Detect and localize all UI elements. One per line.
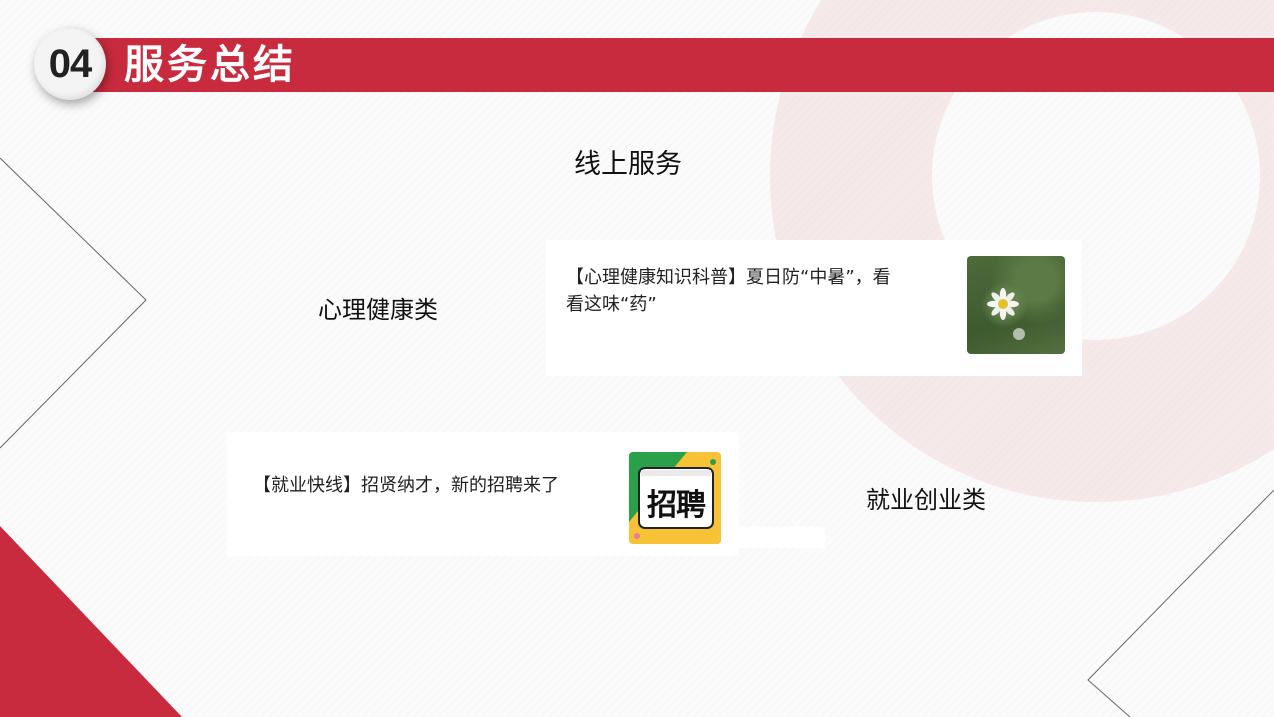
page-title: 服务总结 — [124, 42, 296, 88]
card-overlay-strip — [739, 526, 825, 548]
recruitment-thumbnail[interactable]: 招聘 — [629, 452, 721, 544]
slide: 04 服务总结 线上服务 心理健康类 就业创业类 【心理健康知识科普】夏日防“中… — [0, 0, 1274, 717]
section-number: 04 — [48, 41, 92, 86]
daisy-flower-icon — [987, 288, 1025, 340]
right-corner-line — [1087, 489, 1274, 717]
article-card-employment[interactable]: 【就业快线】招贤纳才，新的招聘来了 招聘 — [227, 432, 739, 556]
category-mental-health: 心理健康类 — [318, 296, 438, 324]
article-card-mental-health[interactable]: 【心理健康知识科普】夏日防“中暑”，看 看这味“药” — [546, 240, 1082, 376]
daisy-thumbnail[interactable] — [967, 256, 1065, 354]
left-chevron-line — [0, 157, 147, 449]
article-title-line-2: 看这味“药” — [566, 294, 657, 315]
article-title[interactable]: 【就业快线】招贤纳才，新的招聘来了 — [253, 472, 623, 499]
category-employment: 就业创业类 — [866, 486, 986, 514]
article-title-line-1: 【心理健康知识科普】夏日防“中暑”，看 — [566, 267, 891, 288]
red-corner-triangle — [0, 526, 182, 717]
section-title: 线上服务 — [574, 149, 682, 180]
section-number-badge: 04 — [34, 28, 106, 100]
article-title[interactable]: 【心理健康知识科普】夏日防“中暑”，看 看这味“药” — [566, 264, 946, 318]
recruitment-label: 招聘 — [647, 488, 706, 523]
